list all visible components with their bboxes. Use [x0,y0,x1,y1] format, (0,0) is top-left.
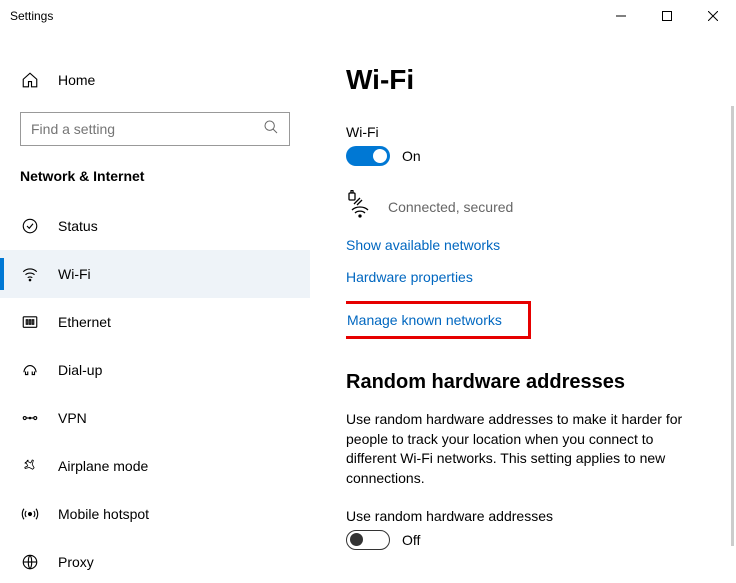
search-input[interactable] [31,121,263,137]
sidebar-item-airplane[interactable]: Airplane mode [0,442,310,490]
window-body: Home Network & Internet Status [0,32,736,583]
random-hw-label: Use random hardware addresses [346,508,688,524]
scrollbar[interactable] [731,106,734,546]
close-button[interactable] [690,0,736,32]
ethernet-icon [20,312,40,332]
home-icon [20,70,40,90]
window-title: Settings [10,9,53,23]
vpn-icon [20,408,40,428]
wifi-toggle[interactable] [346,146,390,166]
highlight-box: Manage known networks [346,301,531,339]
dialup-icon [20,360,40,380]
sidebar-item-ethernet[interactable]: Ethernet [0,298,310,346]
link-show-available-networks[interactable]: Show available networks [346,237,688,253]
sidebar-item-label: VPN [58,410,87,426]
connection-status-row: Connected, secured [346,190,688,223]
sidebar-item-label: Mobile hotspot [58,506,149,522]
sidebar-item-vpn[interactable]: VPN [0,394,310,442]
wifi-secured-icon [346,190,374,223]
content-scroll: Wi-Fi Wi-Fi On Connected, secured [346,64,700,583]
sidebar-item-label: Dial-up [58,362,102,378]
sidebar-item-label: Proxy [58,554,94,570]
home-link[interactable]: Home [0,62,310,98]
random-hw-toggle-state: Off [402,532,420,548]
maximize-button[interactable] [644,0,690,32]
wifi-label: Wi-Fi [346,124,688,140]
random-hw-toggle-row: Off [346,530,688,550]
sidebar-item-proxy[interactable]: Proxy [0,538,310,583]
home-label: Home [58,72,95,88]
sidebar-item-label: Status [58,218,98,234]
random-hw-toggle[interactable] [346,530,390,550]
page-title: Wi-Fi [346,64,688,96]
sidebar-item-wifi[interactable]: Wi-Fi [0,250,310,298]
proxy-icon [20,552,40,572]
link-manage-known-networks[interactable]: Manage known networks [347,312,502,328]
titlebar: Settings [0,0,736,32]
titlebar-controls [598,0,736,32]
wifi-icon [20,264,40,284]
wifi-toggle-state: On [402,148,421,164]
connection-status: Connected, secured [388,199,513,215]
search-icon [263,119,279,140]
airplane-icon [20,456,40,476]
content-area: Wi-Fi Wi-Fi On Connected, secured [310,32,736,583]
sidebar-item-label: Ethernet [58,314,111,330]
status-icon [20,216,40,236]
random-hw-description: Use random hardware addresses to make it… [346,410,688,488]
sidebar-item-hotspot[interactable]: Mobile hotspot [0,490,310,538]
sidebar-item-status[interactable]: Status [0,202,310,250]
random-hw-title: Random hardware addresses [346,371,688,394]
wifi-toggle-row: On [346,146,688,166]
sidebar-item-label: Wi-Fi [58,266,91,282]
minimize-button[interactable] [598,0,644,32]
link-hardware-properties[interactable]: Hardware properties [346,269,688,285]
search-box[interactable] [20,112,290,146]
sidebar-item-label: Airplane mode [58,458,148,474]
nav-list: Status Wi-Fi Ethernet [0,202,310,583]
sidebar: Home Network & Internet Status [0,32,310,583]
sidebar-item-dialup[interactable]: Dial-up [0,346,310,394]
settings-window: Settings Home [0,0,736,583]
section-header: Network & Internet [0,168,310,202]
hotspot-icon [20,504,40,524]
